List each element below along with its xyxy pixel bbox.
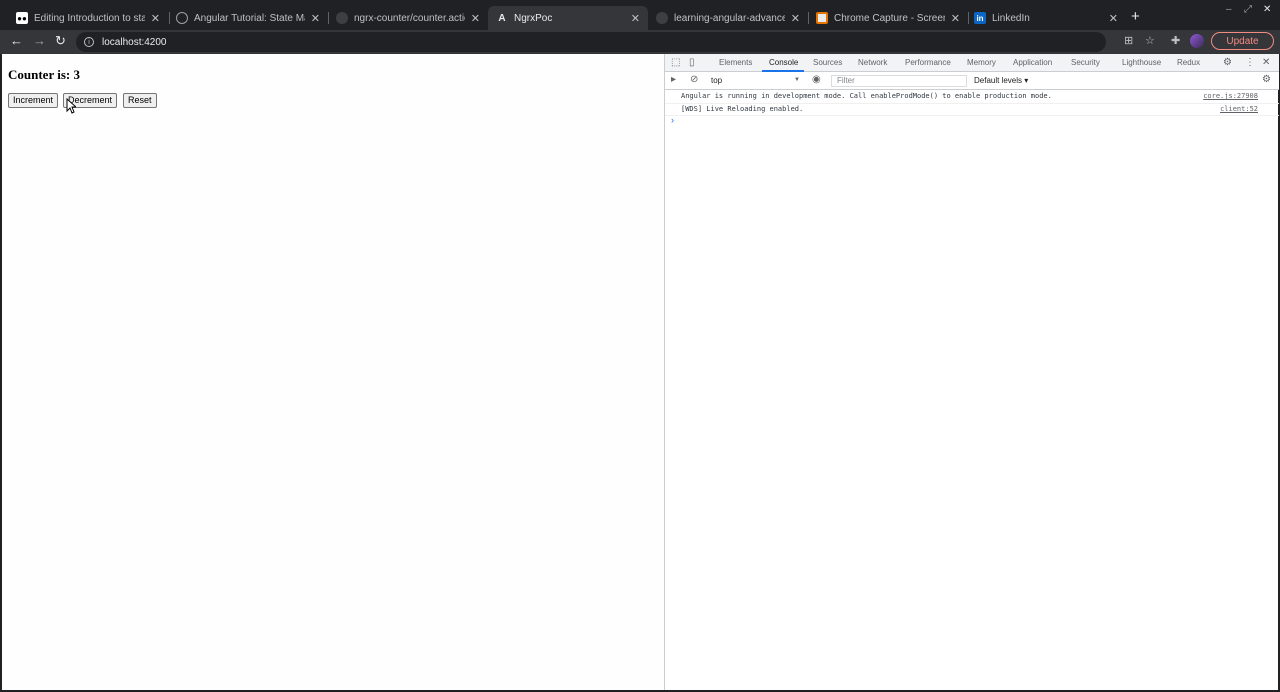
tab-6[interactable]: in LinkedIn ✕ bbox=[966, 6, 1126, 30]
close-icon[interactable]: ✕ bbox=[151, 12, 160, 25]
linkedin-icon: in bbox=[974, 12, 986, 24]
live-expression-eye-icon[interactable]: ◉ bbox=[812, 74, 821, 85]
window-close-icon[interactable]: ✕ bbox=[1263, 4, 1271, 15]
console-settings-icon[interactable]: ⚙ bbox=[1262, 74, 1271, 85]
devtools-tab-security[interactable]: Security bbox=[1071, 58, 1100, 67]
context-dropdown-icon[interactable]: ▼ bbox=[794, 77, 800, 83]
back-icon[interactable]: ← bbox=[10, 33, 23, 48]
devtools-tab-lighthouse[interactable]: Lighthouse bbox=[1122, 58, 1161, 67]
context-selector[interactable]: top bbox=[711, 76, 722, 85]
console-source-link[interactable]: core.js:27908 bbox=[1203, 92, 1258, 100]
minimize-icon[interactable]: – bbox=[1226, 4, 1232, 15]
reset-button[interactable]: Reset bbox=[123, 93, 157, 108]
console-toolbar: ▸ ⊘ top ▼ ◉ Filter Default levels ▾ ⚙ bbox=[665, 72, 1279, 90]
tab-4[interactable]: learning-angular-advanced/c ✕ bbox=[648, 6, 808, 30]
tab-4-label: learning-angular-advanced/c bbox=[674, 12, 785, 24]
devtools-tab-sources[interactable]: Sources bbox=[813, 58, 842, 67]
address-url: localhost:4200 bbox=[102, 36, 167, 48]
console-source-link[interactable]: client:52 bbox=[1220, 105, 1258, 113]
reload-icon[interactable]: ↻ bbox=[55, 33, 66, 49]
github-icon bbox=[656, 12, 668, 24]
new-tab-button[interactable]: + bbox=[1131, 8, 1140, 25]
tab-2-label: ngrx-counter/counter.actions bbox=[354, 12, 465, 24]
devtools-tab-console[interactable]: Console bbox=[769, 58, 798, 67]
devtools-tab-memory[interactable]: Memory bbox=[967, 58, 996, 67]
sidebar-toggle-icon[interactable]: ▸ bbox=[671, 74, 676, 85]
page-viewport: Counter is: 3 Increment Decrement Reset bbox=[2, 54, 664, 690]
angular-icon: A bbox=[498, 12, 506, 24]
forward-icon[interactable]: → bbox=[33, 33, 46, 48]
devtools-tab-redux[interactable]: Redux bbox=[1177, 58, 1200, 67]
console-divider bbox=[665, 103, 1279, 104]
more-options-icon[interactable]: ⋮ bbox=[1245, 57, 1255, 68]
close-icon[interactable]: ✕ bbox=[311, 12, 320, 25]
console-filter-input[interactable]: Filter bbox=[831, 75, 967, 87]
profile-avatar[interactable] bbox=[1190, 34, 1204, 48]
tab-0[interactable]: ●● Editing Introduction to state ✕ bbox=[8, 6, 168, 30]
devtools-tab-network[interactable]: Network bbox=[858, 58, 887, 67]
capture-icon bbox=[816, 12, 828, 24]
counter-heading: Counter is: 3 bbox=[8, 67, 80, 82]
info-icon[interactable]: i bbox=[84, 37, 94, 47]
grid-extension-icon[interactable]: ⊞ bbox=[1124, 34, 1133, 47]
globe-icon bbox=[176, 12, 188, 24]
console-prompt[interactable]: › bbox=[671, 115, 674, 125]
extensions-puzzle-icon[interactable]: ✚ bbox=[1171, 34, 1180, 47]
close-icon[interactable]: ✕ bbox=[471, 12, 480, 25]
tab-0-label: Editing Introduction to state bbox=[34, 12, 145, 24]
device-toolbar-icon[interactable]: ▯ bbox=[689, 57, 695, 68]
close-devtools-icon[interactable]: ✕ bbox=[1262, 57, 1270, 68]
increment-button[interactable]: Increment bbox=[8, 93, 59, 108]
console-message: Angular is running in development mode. … bbox=[681, 92, 1052, 100]
tab-strip: ●● Editing Introduction to state ✕ Angul… bbox=[0, 0, 1280, 30]
tab-3-label: NgrxPoc bbox=[514, 12, 553, 24]
tab-1-label: Angular Tutorial: State Manag bbox=[194, 12, 305, 24]
update-button[interactable]: Update bbox=[1211, 32, 1274, 50]
tab-5-label: Chrome Capture - Screenshot bbox=[834, 12, 945, 24]
devtools-tab-performance[interactable]: Performance bbox=[905, 58, 951, 67]
settings-gear-icon[interactable]: ⚙ bbox=[1223, 57, 1232, 68]
github-icon bbox=[336, 12, 348, 24]
devtools-tab-elements[interactable]: Elements bbox=[719, 58, 752, 67]
mouse-pointer-icon bbox=[66, 98, 76, 114]
devtools-tab-bar: ⬚ ▯ Elements Console Sources Network Per… bbox=[665, 54, 1279, 72]
tab-1[interactable]: Angular Tutorial: State Manag ✕ bbox=[168, 6, 328, 30]
tab-3-active[interactable]: A NgrxPoc ✕ bbox=[488, 6, 648, 30]
restore-icon[interactable]: ⤢ bbox=[1244, 4, 1252, 15]
tab-6-label: LinkedIn bbox=[992, 12, 1030, 24]
browser-toolbar: ← → ↻ i localhost:4200 ⊞ ☆ ✚ bbox=[0, 30, 1280, 54]
close-icon[interactable]: ✕ bbox=[631, 12, 640, 25]
clear-console-icon[interactable]: ⊘ bbox=[690, 74, 698, 85]
console-divider bbox=[665, 115, 1279, 116]
close-icon[interactable]: ✕ bbox=[951, 12, 960, 25]
inspect-element-icon[interactable]: ⬚ bbox=[671, 57, 680, 68]
devtools-panel: ⬚ ▯ Elements Console Sources Network Per… bbox=[664, 54, 1279, 690]
log-levels-dropdown[interactable]: Default levels ▾ bbox=[974, 76, 1028, 85]
tab-5[interactable]: Chrome Capture - Screenshot ✕ bbox=[808, 6, 968, 30]
devtools-tab-application[interactable]: Application bbox=[1013, 58, 1052, 67]
medium-icon: ●● bbox=[16, 12, 28, 24]
bookmark-star-icon[interactable]: ☆ bbox=[1145, 34, 1155, 47]
address-bar[interactable]: i localhost:4200 bbox=[76, 32, 1106, 52]
close-icon[interactable]: ✕ bbox=[791, 12, 800, 25]
console-message: [WDS] Live Reloading enabled. bbox=[681, 105, 804, 113]
tab-2[interactable]: ngrx-counter/counter.actions ✕ bbox=[328, 6, 488, 30]
close-icon[interactable]: ✕ bbox=[1109, 12, 1118, 25]
